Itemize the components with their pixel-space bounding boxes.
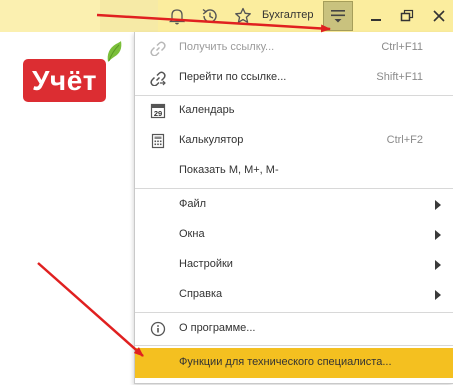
- menu-item-label: Функции для технического специалиста...: [179, 356, 392, 368]
- menu-item-shortcut: Ctrl+F2: [386, 134, 423, 146]
- menu-item-label: О программе...: [179, 322, 256, 334]
- menu-item-settings[interactable]: Настройки: [135, 250, 453, 280]
- menu-item-about[interactable]: О программе...: [135, 314, 453, 344]
- menu-item-go-to-link[interactable]: Перейти по ссылке... Shift+F11: [135, 63, 453, 93]
- close-icon[interactable]: [429, 6, 449, 26]
- submenu-arrow-icon: [435, 200, 441, 210]
- menu-item-label: Календарь: [179, 104, 235, 116]
- go-to-link-icon: [149, 70, 167, 87]
- menu-item-tech-specialist-functions[interactable]: Функции для технического специалиста...: [135, 348, 453, 378]
- title-bar: Бухгалтер: [0, 0, 453, 32]
- title-bar-middle-zone: [100, 0, 158, 32]
- menu-item-label: Справка: [179, 288, 223, 300]
- bell-icon[interactable]: [167, 6, 187, 26]
- menu-icon: [331, 10, 345, 23]
- menu-item-label: Окна: [179, 228, 205, 240]
- menu-separator: [135, 188, 453, 189]
- menu-item-show-memory[interactable]: Показать М, М+, М-: [135, 156, 453, 186]
- calculator-icon: [149, 133, 167, 149]
- main-menu-button[interactable]: [323, 1, 353, 31]
- menu-item-file[interactable]: Файл: [135, 190, 453, 220]
- menu-separator: [135, 345, 453, 346]
- title-bar-left-zone: [0, 0, 100, 32]
- menu-item-label: Калькулятор: [179, 134, 244, 146]
- submenu-arrow-icon: [435, 230, 441, 240]
- user-name[interactable]: Бухгалтер: [262, 9, 313, 21]
- submenu-arrow-icon: [435, 290, 441, 300]
- star-icon[interactable]: [233, 6, 253, 26]
- menu-item-help[interactable]: Справка: [135, 280, 453, 310]
- menu-item-calculator[interactable]: Калькулятор Ctrl+F2: [135, 126, 453, 156]
- minimize-icon[interactable]: [366, 6, 386, 26]
- menu-item-label: Настройки: [179, 258, 233, 270]
- app-logo: Учёт: [23, 59, 106, 102]
- menu-item-label: Получить ссылку...: [179, 41, 275, 53]
- info-icon: [149, 321, 167, 337]
- menu-item-shortcut: Shift+F11: [376, 71, 423, 83]
- link-icon: [149, 40, 167, 57]
- menu-item-calendar[interactable]: 29 Календарь: [135, 96, 453, 126]
- menu-item-label: Перейти по ссылке...: [179, 71, 287, 83]
- submenu-arrow-icon: [435, 260, 441, 270]
- restore-icon[interactable]: [397, 6, 417, 26]
- menu-separator: [135, 312, 453, 313]
- menu-item-label: Показать М, М+, М-: [179, 164, 279, 176]
- menu-item-get-link[interactable]: Получить ссылку... Ctrl+F11: [135, 33, 453, 63]
- main-menu-dropdown: Получить ссылку... Ctrl+F11 Перейти по с…: [134, 32, 453, 384]
- menu-item-windows[interactable]: Окна: [135, 220, 453, 250]
- menu-item-shortcut: Ctrl+F11: [381, 41, 423, 53]
- leaf-icon: [102, 40, 124, 64]
- calendar-icon-day: 29: [154, 109, 162, 118]
- menu-item-label: Файл: [179, 198, 207, 210]
- annotation-arrow-tech-functions: [37, 262, 144, 357]
- history-icon[interactable]: [200, 6, 220, 26]
- calendar-icon: 29: [149, 103, 167, 119]
